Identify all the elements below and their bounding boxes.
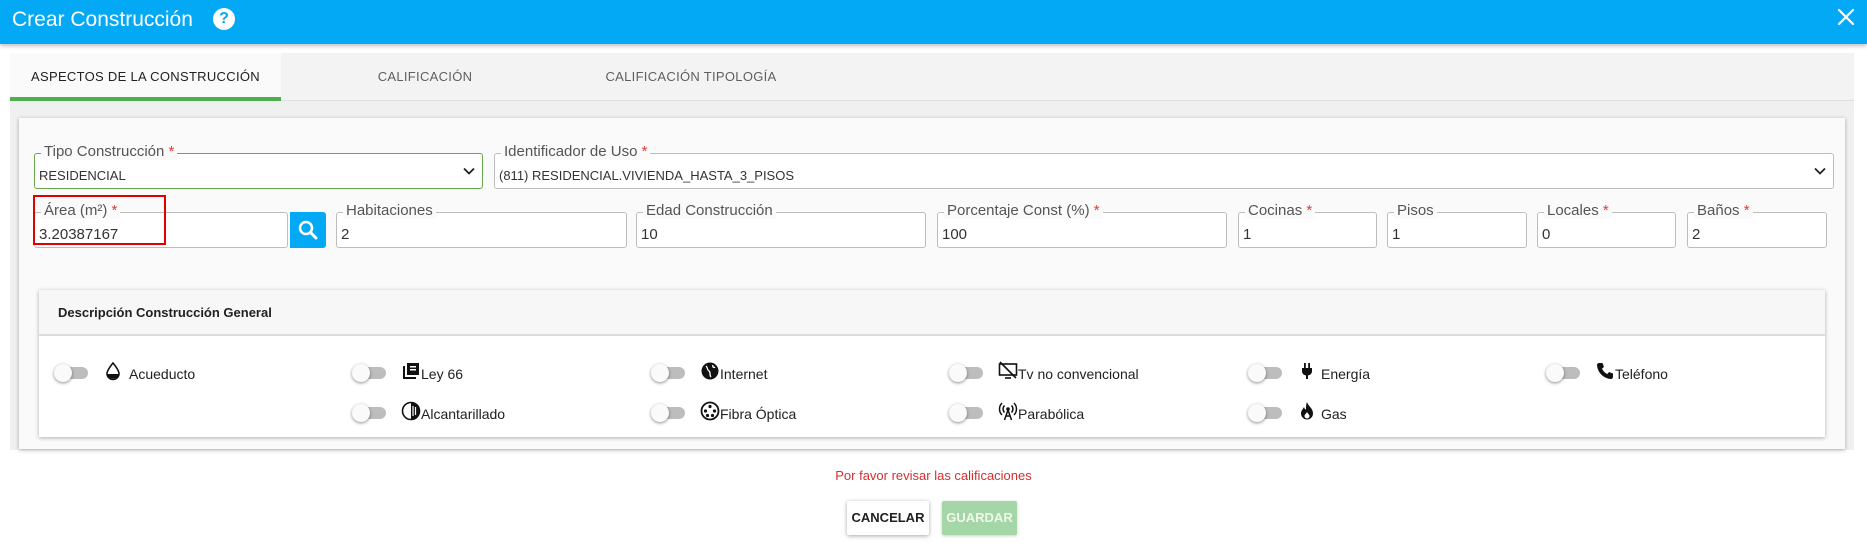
acueducto-label: Acueducto xyxy=(129,366,196,382)
validation-error-message: Por favor revisar las calificaciones xyxy=(835,468,1032,483)
edad-construccion-label: Edad Construcción xyxy=(643,203,776,219)
pisos-label: Pisos xyxy=(1394,203,1437,219)
chevron-down-icon xyxy=(463,167,475,175)
habitaciones-value: 2 xyxy=(341,226,350,243)
locales-label: Locales xyxy=(1547,202,1599,219)
library-books-icon xyxy=(403,363,419,379)
cocinas-field[interactable]: Cocinas * 1 xyxy=(1238,203,1377,248)
identificador-uso-label: Identificador de Uso xyxy=(504,143,638,160)
alcantarillado-toggle[interactable] xyxy=(352,404,386,422)
ley-66-label: Ley 66 xyxy=(421,366,464,382)
phone-icon xyxy=(1597,363,1613,379)
telefono-toggle[interactable] xyxy=(1546,364,1580,382)
power-plug-icon xyxy=(1302,363,1312,379)
porcentaje-const-label: Porcentaje Const (%) xyxy=(947,202,1090,219)
globe-icon xyxy=(701,362,719,380)
required-marker: * xyxy=(168,143,175,160)
ley-66-toggle[interactable] xyxy=(352,364,386,382)
tv-no-convencional-toggle[interactable] xyxy=(949,364,983,382)
habitaciones-field[interactable]: Habitaciones 2 xyxy=(336,203,627,248)
search-icon xyxy=(298,220,318,240)
fibra-optica-toggle[interactable] xyxy=(651,404,685,422)
close-icon[interactable] xyxy=(1835,6,1857,28)
dialog-titlebar: Crear Construcción ? xyxy=(0,0,1867,44)
locales-field[interactable]: Locales * 0 xyxy=(1537,203,1676,248)
edad-construccion-value: 10 xyxy=(641,226,658,243)
cancel-button[interactable]: CANCELAR xyxy=(847,501,929,535)
tipo-construccion-select[interactable]: Tipo Construcción * RESIDENCIAL xyxy=(34,144,483,189)
identificador-uso-select[interactable]: Identificador de Uso * (811) RESIDENCIAL… xyxy=(494,144,1834,189)
pisos-value: 1 xyxy=(1392,226,1401,243)
help-circle-icon[interactable]: ? xyxy=(213,8,235,30)
alcantarillado-label: Alcantarillado xyxy=(421,406,506,422)
internet-toggle[interactable] xyxy=(651,364,685,382)
tab-calificacion[interactable]: CALIFICACIÓN xyxy=(310,53,540,101)
edad-construccion-field[interactable]: Edad Construcción 10 xyxy=(636,203,926,248)
habitaciones-label: Habitaciones xyxy=(343,203,436,219)
energia-toggle[interactable] xyxy=(1248,364,1282,382)
porcentaje-const-field[interactable]: Porcentaje Const (%) * 100 xyxy=(937,203,1227,248)
banos-field[interactable]: Baños * 2 xyxy=(1687,203,1827,248)
tipo-construccion-label: Tipo Construcción xyxy=(44,143,165,160)
energia-label: Energía xyxy=(1321,366,1371,382)
tv-no-convencional-label: Tv no convencional xyxy=(1018,366,1139,382)
tab-aspectos-construccion[interactable]: ASPECTOS DE LA CONSTRUCCIÓN xyxy=(10,53,281,101)
locales-value: 0 xyxy=(1542,226,1551,243)
chevron-down-icon xyxy=(1814,167,1826,175)
form-card: Tipo Construcción * RESIDENCIAL Identifi… xyxy=(19,118,1845,449)
required-marker: * xyxy=(641,143,648,160)
required-marker: * xyxy=(1093,202,1100,219)
required-marker: * xyxy=(1602,202,1609,219)
gas-toggle[interactable] xyxy=(1248,404,1282,422)
tipo-construccion-value: RESIDENCIAL xyxy=(39,168,126,183)
parabolica-toggle[interactable] xyxy=(949,404,983,422)
required-marker: * xyxy=(1306,202,1313,219)
fibra-optica-label: Fibra Óptica xyxy=(720,406,797,422)
flame-icon xyxy=(1301,402,1313,420)
pisos-field[interactable]: Pisos 1 xyxy=(1387,203,1527,248)
gas-label: Gas xyxy=(1321,406,1347,422)
banos-value: 2 xyxy=(1692,226,1701,243)
tab-bar: ASPECTOS DE LA CONSTRUCCIÓN CALIFICACIÓN… xyxy=(10,53,1854,101)
porcentaje-const-value: 100 xyxy=(942,226,968,243)
descripcion-card: Descripción Construcción General Acueduc… xyxy=(39,290,1825,437)
water-drop-icon xyxy=(106,361,120,381)
tab-calificacion-tipologia[interactable]: CALIFICACIÓN TIPOLOGÍA xyxy=(570,53,812,101)
cocinas-value: 1 xyxy=(1243,226,1252,243)
sewer-icon xyxy=(401,401,421,421)
satellite-antenna-icon xyxy=(998,402,1018,421)
banos-label: Baños xyxy=(1697,202,1740,219)
cocinas-label: Cocinas xyxy=(1248,202,1303,219)
dialog-title: Crear Construcción xyxy=(12,8,193,31)
descripcion-title: Descripción Construcción General xyxy=(39,290,1825,336)
required-marker: * xyxy=(1743,202,1750,219)
tv-off-icon xyxy=(998,361,1018,379)
fiber-optic-icon xyxy=(700,401,720,421)
highlight-outline xyxy=(33,195,166,245)
save-button[interactable]: GUARDAR xyxy=(942,501,1017,535)
telefono-label: Teléfono xyxy=(1615,366,1668,382)
area-search-button[interactable] xyxy=(290,212,326,248)
acueducto-toggle[interactable] xyxy=(54,364,88,382)
tab-panel: Tipo Construcción * RESIDENCIAL Identifi… xyxy=(10,101,1854,450)
internet-label: Internet xyxy=(720,366,768,382)
identificador-uso-value: (811) RESIDENCIAL.VIVIENDA_HASTA_3_PISOS xyxy=(499,168,795,183)
parabolica-label: Parabólica xyxy=(1018,406,1085,422)
